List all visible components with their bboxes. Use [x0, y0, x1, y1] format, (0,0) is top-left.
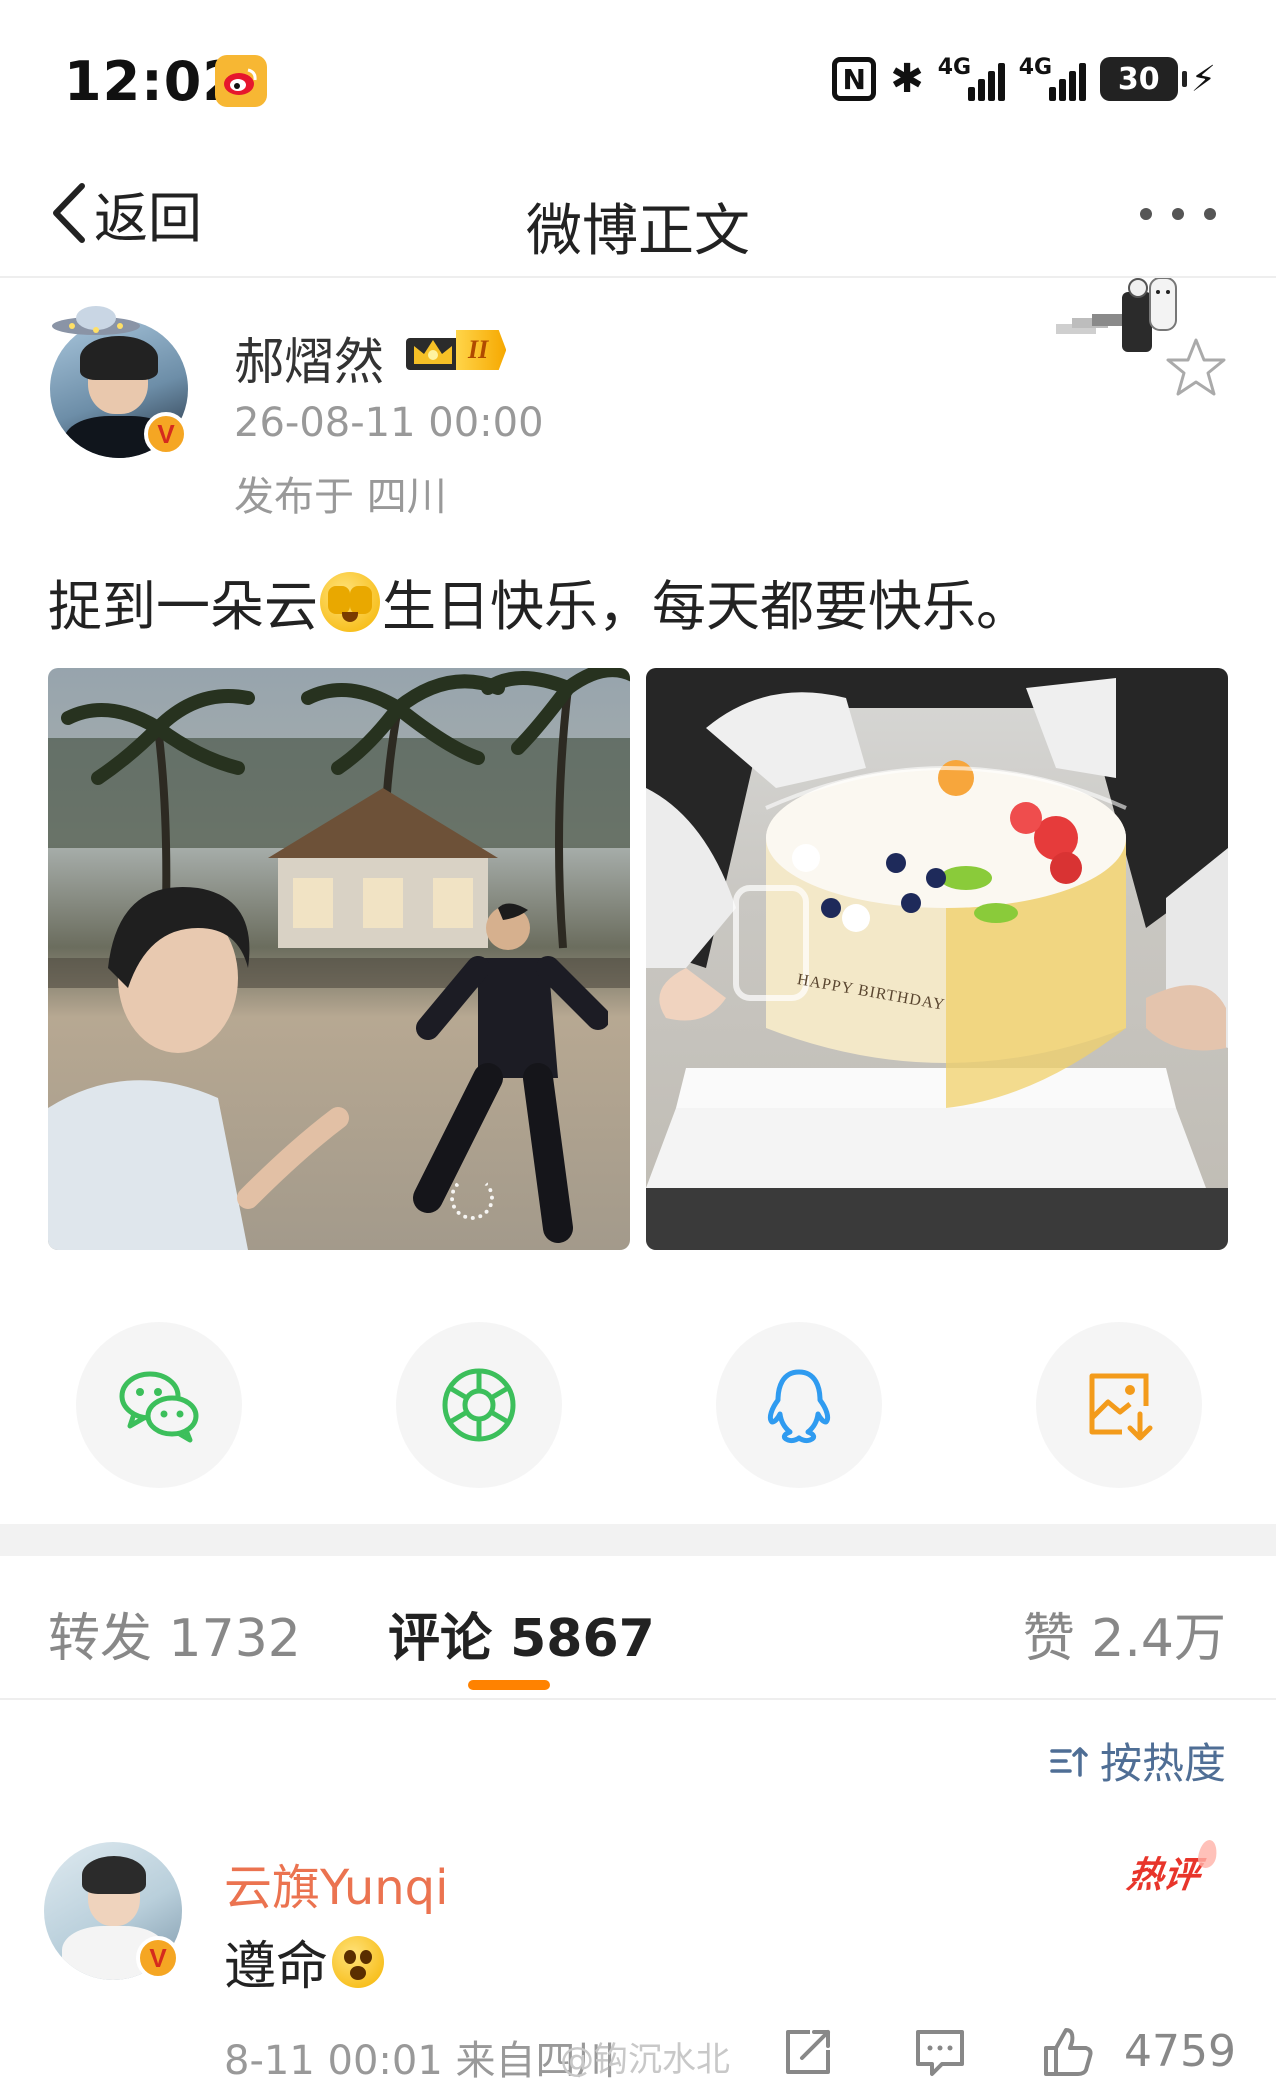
comment-share-icon[interactable] — [780, 2024, 836, 2080]
nfc-icon: N — [832, 57, 877, 101]
sort-label: 按热度 — [1099, 1739, 1226, 1788]
save-image-icon — [1089, 1373, 1153, 1441]
tab-comments[interactable]: 评论 5867 — [388, 1596, 655, 1671]
dot-icon — [1140, 208, 1152, 220]
comment-reply-icon[interactable] — [912, 2024, 968, 2080]
ufo-decoration-icon — [52, 306, 140, 335]
verified-badge: V — [144, 412, 188, 456]
comment-text: 遵命 — [224, 1924, 385, 1999]
crown-icon — [406, 338, 460, 370]
comment-author[interactable]: 云旗Yunqi — [224, 1848, 448, 1918]
comment-like-count: 4759 — [1124, 2026, 1236, 2077]
sort-icon — [1050, 1746, 1088, 1777]
qq-icon — [767, 1369, 831, 1444]
charging-icon: ⚡ — [1190, 58, 1216, 100]
active-tab-indicator — [468, 1680, 550, 1690]
interaction-tabs: 转发 1732 评论 5867 赞 2.4万 — [0, 1556, 1276, 1700]
network-type: 4G — [1018, 55, 1053, 80]
share-moments-button[interactable] — [396, 1322, 562, 1488]
vip-badge[interactable]: II — [404, 328, 507, 372]
comment-body: 遵命 — [224, 1937, 329, 1997]
post-photo-cake[interactable]: HAPPY BIRTHDAY — [646, 668, 1228, 1250]
comment-meta: 8-11 00:01 来自四川 — [224, 2038, 616, 2084]
author-avatar[interactable]: V — [48, 300, 198, 460]
bluetooth-icon: ✱ — [890, 56, 924, 102]
page-title: 微博正文 — [526, 199, 750, 264]
birthday-cake-graphic — [646, 668, 1228, 1250]
favorite-star-icon[interactable] — [1164, 336, 1228, 400]
dot-icon — [1172, 208, 1184, 220]
watermark: @钩沉水北 — [560, 2040, 730, 2080]
verified-badge: V — [136, 1936, 180, 1980]
post-text-part1: 捉到一朵云 — [48, 575, 318, 638]
tab-likes[interactable]: 赞 2.4万 — [1023, 1596, 1226, 1671]
share-qq-button[interactable] — [716, 1322, 882, 1488]
author-name[interactable]: 郝熠然 — [234, 322, 384, 394]
signal-icon: 4G — [1018, 55, 1086, 101]
person-running-graphic — [413, 903, 608, 1243]
post-text-part2: 生日快乐，每天都要快乐。 — [382, 575, 1030, 638]
comment-avatar[interactable]: V — [44, 1842, 194, 1992]
status-indicators: N ✱ 4G 4G 30 ⚡ — [832, 55, 1216, 102]
save-image-button[interactable] — [1036, 1322, 1202, 1488]
moments-icon — [442, 1368, 516, 1442]
dot-icon — [1204, 208, 1216, 220]
weibo-app-icon — [215, 55, 267, 107]
post-photo-beach[interactable] — [48, 668, 630, 1250]
post-text: 捉到一朵云 生日快乐，每天都要快乐。 — [48, 562, 1030, 641]
battery-level: 30 — [1099, 57, 1178, 101]
loading-spinner-icon — [450, 1176, 494, 1220]
person-selfie-graphic — [48, 887, 349, 1250]
more-options-button[interactable] — [1130, 198, 1226, 230]
nav-bar: 返回 微博正文 — [0, 150, 1276, 278]
status-bar: 12:02 N ✱ 4G 4G 30 ⚡ — [0, 0, 1276, 150]
battery-icon: 30 ⚡ — [1099, 57, 1216, 101]
signal-icon: 4G — [937, 55, 1005, 101]
sort-toggle[interactable]: 按热度 — [1048, 1730, 1226, 1791]
shocked-face-emoji-icon — [332, 1935, 385, 1988]
wechat-icon — [119, 1371, 199, 1443]
section-divider — [0, 1524, 1276, 1556]
comment-like-icon[interactable] — [1040, 2024, 1096, 2080]
post-location: 发布于 四川 — [234, 474, 447, 520]
post-timestamp: 26-08-11 00:00 — [234, 400, 544, 446]
face-with-hands-emoji-icon — [320, 571, 380, 632]
hot-comment-badge: 热评 — [1124, 1846, 1203, 1898]
share-wechat-button[interactable] — [76, 1322, 242, 1488]
network-type: 4G — [937, 55, 972, 80]
vip-level: II — [456, 330, 507, 370]
tab-repost[interactable]: 转发 1732 — [48, 1596, 301, 1671]
